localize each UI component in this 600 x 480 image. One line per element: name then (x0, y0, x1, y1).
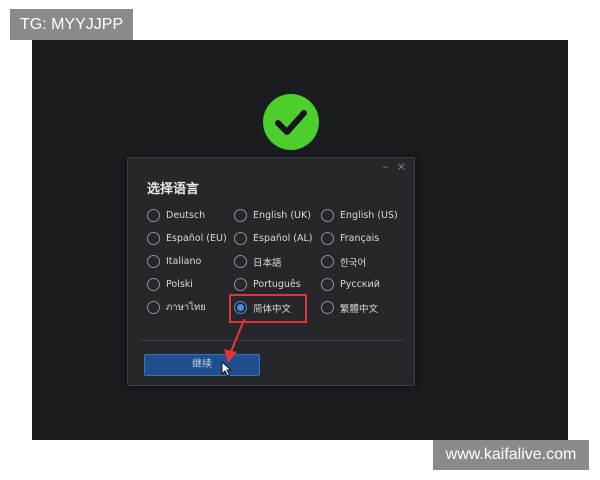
language-option-english-us[interactable]: English (US) (321, 204, 408, 227)
radio-button[interactable] (234, 209, 247, 222)
annotation-arrow-icon (224, 318, 246, 363)
minimize-icon[interactable]: – (383, 160, 389, 174)
language-option-polski[interactable]: Polski (147, 273, 234, 296)
radio-button[interactable] (147, 301, 160, 314)
language-label: 繁體中文 (340, 303, 379, 315)
radio-button[interactable] (147, 209, 160, 222)
close-icon[interactable]: × (397, 160, 406, 174)
radio-button[interactable] (321, 232, 334, 245)
language-label: Español (EU) (166, 233, 227, 244)
language-label: English (UK) (253, 210, 311, 221)
language-label: 한국어 (340, 257, 367, 269)
language-option-francais[interactable]: Français (321, 227, 408, 250)
language-option-simplified-chinese[interactable]: 简体中文 (229, 294, 321, 323)
radio-button[interactable] (147, 232, 160, 245)
language-options: Deutsch English (UK) English (US) Españo… (147, 204, 412, 323)
language-option-english-uk[interactable]: English (UK) (234, 204, 321, 227)
language-option-korean[interactable]: 한국어 (321, 250, 408, 273)
tg-watermark: TG: MYYJJPP (10, 9, 134, 40)
language-option-traditional-chinese[interactable]: 繁體中文 (321, 296, 408, 319)
language-dialog: – × 选择语言 Deutsch English (UK) English (U… (127, 157, 415, 386)
language-label: Français (340, 233, 380, 244)
language-label: Português (253, 279, 301, 290)
language-option-russian[interactable]: Русский (321, 273, 408, 296)
radio-button[interactable] (321, 255, 334, 268)
language-option-deutsch[interactable]: Deutsch (147, 204, 234, 227)
language-option-italiano[interactable]: Italiano (147, 250, 234, 273)
language-label: Español (AL) (253, 233, 313, 244)
divider (140, 340, 404, 341)
language-label: Polski (166, 279, 193, 290)
radio-button[interactable] (321, 209, 334, 222)
language-label: English (US) (340, 210, 398, 221)
checkmark-circle-icon (263, 94, 319, 150)
language-label: ภาษาไทย (166, 302, 206, 313)
radio-button[interactable] (147, 255, 160, 268)
language-option-japanese[interactable]: 日本語 (234, 250, 321, 273)
language-label: 简体中文 (253, 303, 292, 315)
site-watermark: www.kaifalive.com (433, 440, 589, 470)
radio-button[interactable] (234, 278, 247, 291)
dialog-title: 选择语言 (147, 182, 200, 197)
language-option-thai[interactable]: ภาษาไทย (147, 296, 234, 319)
language-label: Italiano (166, 256, 202, 267)
language-option-portugues[interactable]: Português (234, 273, 321, 296)
radio-button[interactable] (147, 278, 160, 291)
language-option-espanol-eu[interactable]: Español (EU) (147, 227, 234, 250)
radio-button[interactable] (321, 301, 334, 314)
language-label: 日本語 (253, 257, 282, 269)
mouse-pointer-icon (221, 361, 233, 377)
radio-button[interactable] (234, 255, 247, 268)
language-option-espanol-al[interactable]: Español (AL) (234, 227, 321, 250)
language-label: Deutsch (166, 210, 206, 221)
radio-button[interactable] (321, 278, 334, 291)
language-label: Русский (340, 279, 380, 290)
radio-button-selected[interactable] (234, 301, 247, 314)
radio-button[interactable] (234, 232, 247, 245)
